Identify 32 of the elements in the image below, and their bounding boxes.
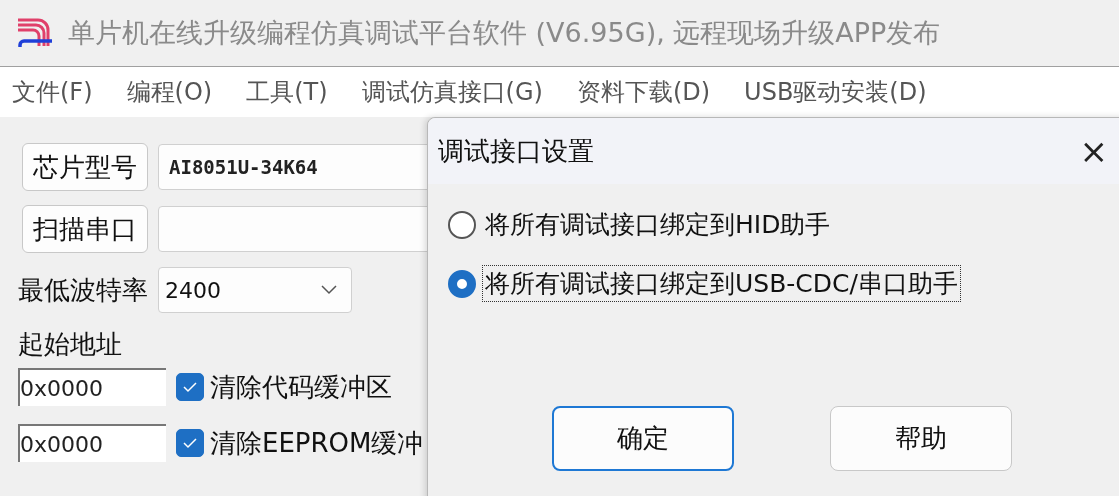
menu-item[interactable]: 编程(O) — [126, 76, 213, 108]
dialog-title: 调试接口设置 — [438, 134, 594, 168]
menu-item[interactable]: 调试仿真接口(G) — [361, 76, 543, 108]
radio-label: 将所有调试接口绑定到HID助手 — [484, 209, 832, 241]
port-field[interactable] — [158, 206, 427, 252]
menu-item[interactable]: USB驱动安装(D) — [744, 76, 927, 108]
menu-item[interactable]: 工具(T) — [246, 76, 328, 108]
menu-item[interactable]: 文件(F) — [12, 76, 93, 108]
start-address-label: 起始地址 — [18, 328, 123, 361]
baud-label: 最低波特率 — [18, 273, 148, 307]
menu-item[interactable]: 资料下载(D) — [576, 76, 711, 108]
close-button[interactable]: × — [1067, 131, 1119, 171]
checkmark-icon — [182, 381, 198, 393]
checkmark-icon — [182, 437, 198, 449]
radio-label: 将所有调试接口绑定到USB-CDC/串口助手 — [482, 265, 961, 302]
scan-port-button[interactable]: 扫描串口 — [22, 205, 148, 253]
chip-model-button[interactable]: 芯片型号 — [22, 143, 148, 191]
dialog-button[interactable]: 确定 — [552, 406, 734, 471]
radio-button[interactable] — [448, 269, 476, 298]
window-title: 单片机在线升级编程仿真调试平台软件 (V6.95G), 远程现场升级APP发布 — [68, 16, 941, 50]
chevron-down-icon — [321, 285, 337, 295]
radio-button[interactable] — [448, 210, 476, 239]
checkbox-label: 清除代码缓冲区 — [210, 370, 392, 404]
chip-model-field[interactable]: AI8051U-34K64 — [158, 144, 427, 190]
baud-select[interactable]: 2400 — [158, 267, 352, 313]
checkbox[interactable] — [176, 429, 204, 457]
checkbox[interactable] — [176, 373, 204, 401]
logo-icon — [16, 16, 54, 50]
address-field[interactable]: 0x0000 — [18, 368, 166, 406]
dialog-button[interactable]: 帮助 — [830, 406, 1012, 471]
checkbox-label: 清除EEPROM缓冲 — [210, 426, 424, 460]
address-field[interactable]: 0x0000 — [18, 424, 166, 462]
